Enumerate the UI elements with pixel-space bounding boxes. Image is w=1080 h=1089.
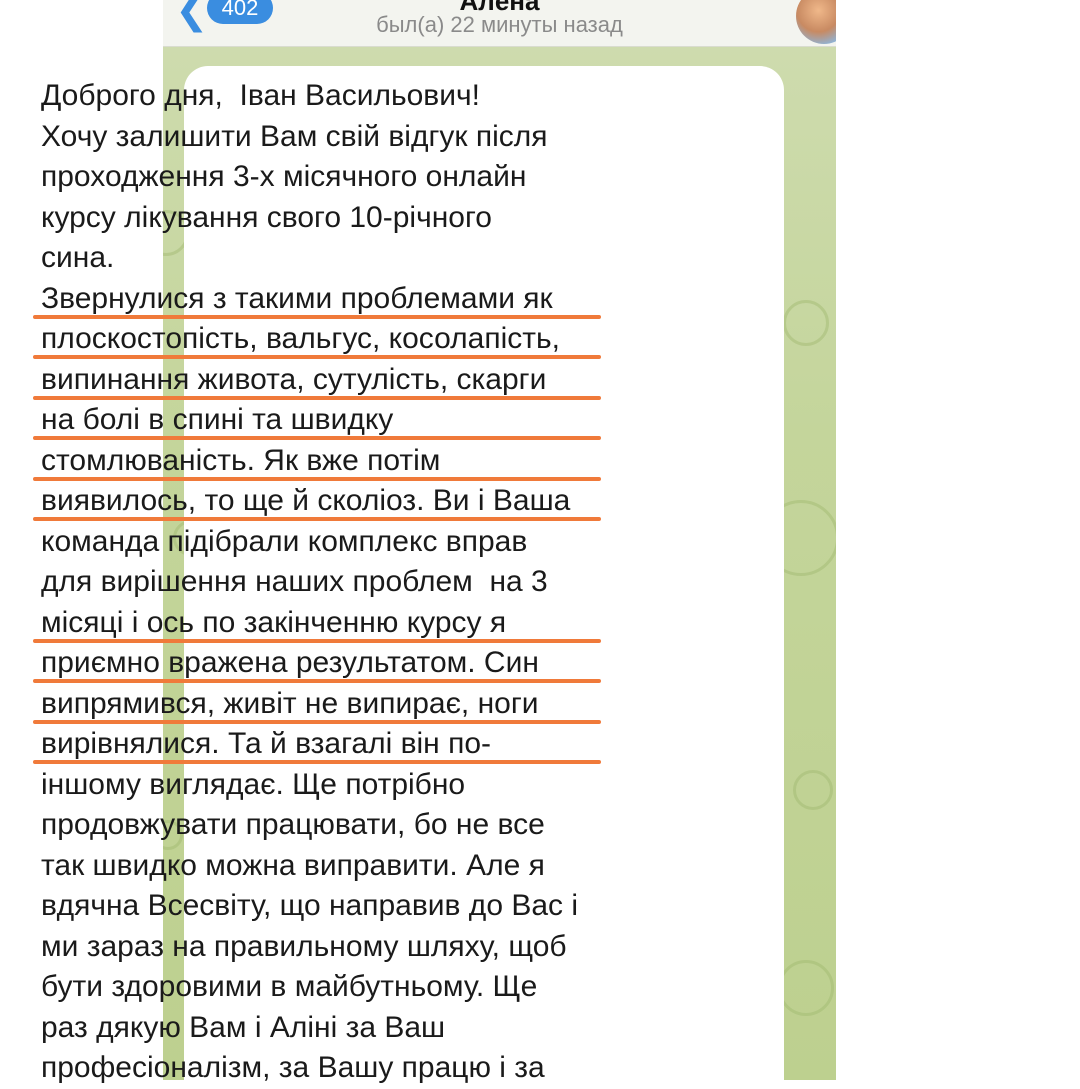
message-line: вдячна Всесвіту, що направив до Вас і [41, 889, 579, 922]
message-line-underlined: виявилось, то ще й сколіоз. Ви і Ваша [33, 481, 631, 522]
message-line-underlined: випинання живота, сутулість, скарги [33, 360, 631, 401]
background-doodle [793, 770, 833, 810]
message-line: проходження 3-х місячного онлайн [41, 160, 527, 193]
message-line: для вирішення наших проблем на 3 [41, 565, 548, 598]
message-line: професіоналізм, за Вашу працю і за [41, 1051, 545, 1084]
message-line: команда підібрали комплекс вправ [41, 524, 528, 558]
background-doodle [778, 960, 834, 1016]
message-line: іншому виглядає. Ще потрібно [41, 767, 466, 801]
message-line: курсу лікування свого 10-річного [41, 200, 492, 234]
message-line-underlined: вирівнялися. Та й взагалі він по- [33, 724, 631, 765]
message-line-underlined: Звернулися з такими проблемами як [33, 279, 631, 320]
message-line: ми зараз на правильному шляху, щоб [41, 929, 567, 963]
message-line-underlined: на болі в спині та швидку [33, 400, 631, 441]
message-line: сина. [41, 241, 115, 274]
message-line: продовжувати працювати, бо не все [41, 808, 545, 841]
message-line: Доброго дня, Іван Васильович! [41, 79, 480, 112]
message-line: бути здоровими в майбутньому. Ще [41, 970, 538, 1003]
background-doodle [783, 300, 829, 346]
message-line-underlined: плоскостопість, вальгус, косолапість, [33, 319, 631, 360]
chat-header: ❮ 402 Алёна был(а) 22 минуты назад [163, 0, 836, 47]
message-text: Доброго дня, Іван Васильович! Хочу залиши… [33, 76, 631, 1089]
message-line: Хочу залишити Вам свій відгук після [41, 119, 548, 153]
message-line-underlined: приємно вражена результатом. Син [33, 643, 631, 684]
message-line-underlined: випрямився, живіт не випирає, ноги [33, 684, 631, 725]
message-line-underlined: стомлюваність. Як вже потім [33, 441, 631, 482]
message-line-underlined: місяці і ось по закінченню курсу я [33, 603, 631, 644]
message-line: так швидко можна виправити. Але я [41, 848, 545, 882]
message-line: раз дякую Вам і Аліні за Ваш [41, 1010, 446, 1044]
last-seen-status: был(а) 22 минуты назад [376, 12, 623, 37]
